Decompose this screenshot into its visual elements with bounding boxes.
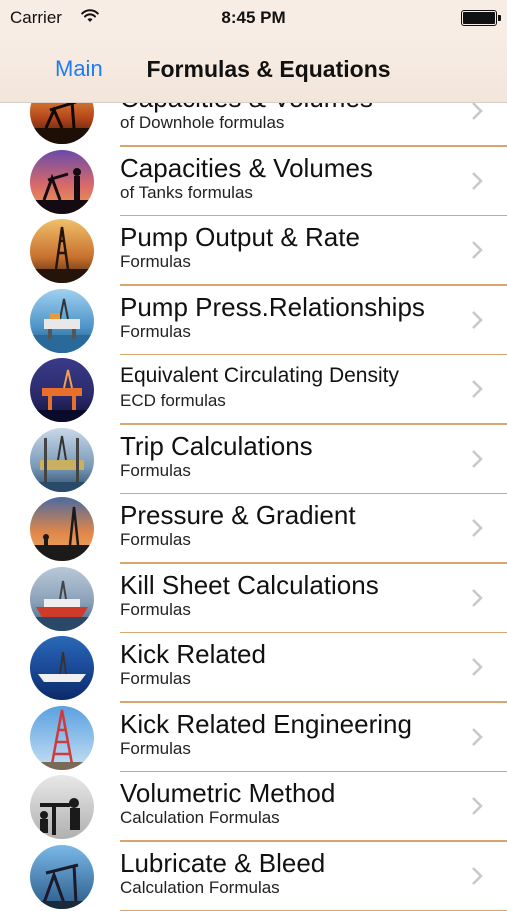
list-item-subtitle: Formulas <box>120 252 447 272</box>
list-item-texts: Pump Press.Relationships Formulas <box>120 292 447 342</box>
chevron-right-icon <box>471 727 483 747</box>
list-item-subtitle: Formulas <box>120 669 447 689</box>
list-item-subtitle: Formulas <box>120 530 447 550</box>
list-item-texts: Pump Output & Rate Formulas <box>120 222 447 272</box>
formula-list: Capacities & Volumes of Downhole formula… <box>0 77 507 911</box>
navigation-bar: Main Formulas & Equations <box>0 36 507 103</box>
list-item-title: Trip Calculations <box>120 431 447 461</box>
list-item-texts: Lubricate & Bleed Calculation Formulas <box>120 848 447 898</box>
pumpjack-blue-photo <box>30 845 94 909</box>
list-item[interactable]: Pump Press.Relationships Formulas <box>0 286 507 356</box>
status-bar: Carrier 8:45 PM <box>0 0 507 36</box>
derrick-blue-sky-photo <box>30 706 94 770</box>
list-item[interactable]: Pump Output & Rate Formulas <box>0 216 507 286</box>
workers-silhouette-photo <box>30 775 94 839</box>
drillship-photo <box>30 567 94 631</box>
list-item-subtitle: ECD formulas <box>120 391 447 411</box>
chevron-right-icon <box>471 449 483 469</box>
drillship-sea-photo <box>30 636 94 700</box>
chevron-right-icon <box>471 101 483 121</box>
list-item-subtitle: Calculation Formulas <box>120 808 447 828</box>
list-item-title: Pressure & Gradient <box>120 500 447 530</box>
list-item-texts: Pressure & Gradient Formulas <box>120 500 447 550</box>
list-item-subtitle: Calculation Formulas <box>120 878 447 898</box>
list-item[interactable]: Kick Related Engineering Formulas <box>0 703 507 773</box>
list-item[interactable]: Trip Calculations Formulas <box>0 425 507 495</box>
jackup-rig-photo <box>30 428 94 492</box>
platform-night-photo <box>30 358 94 422</box>
list-item[interactable]: Kill Sheet Calculations Formulas <box>0 564 507 634</box>
page-title: Formulas & Equations <box>0 56 507 83</box>
list-item-subtitle: Formulas <box>120 739 447 759</box>
list-item-texts: Kick Related Engineering Formulas <box>120 709 447 759</box>
chevron-right-icon <box>471 310 483 330</box>
pumpjack-worker-photo <box>30 150 94 214</box>
list-item-subtitle: of Downhole formulas <box>120 113 447 133</box>
list-item-texts: Kick Related Formulas <box>120 639 447 689</box>
list-item-title: Capacities & Volumes <box>120 153 447 183</box>
list-item[interactable]: Kick Related Formulas <box>0 633 507 703</box>
list-item-texts: Volumetric Method Calculation Formulas <box>120 778 447 828</box>
list-item-title: Pump Press.Relationships <box>120 292 447 322</box>
list-item-title: Volumetric Method <box>120 778 447 808</box>
list-item-subtitle: of Tanks formulas <box>120 183 447 203</box>
rig-silhouette-photo <box>30 497 94 561</box>
list-item-subtitle: Formulas <box>120 322 447 342</box>
list-item-texts: Kill Sheet Calculations Formulas <box>120 570 447 620</box>
list-item-subtitle: Formulas <box>120 461 447 481</box>
chevron-right-icon <box>471 588 483 608</box>
chevron-right-icon <box>471 171 483 191</box>
chevron-right-icon <box>471 657 483 677</box>
list-item-title: Kick Related Engineering <box>120 709 447 739</box>
chevron-right-icon <box>471 518 483 538</box>
list-item-title: Kick Related <box>120 639 447 669</box>
battery-icon <box>461 10 497 26</box>
list-item-texts: Trip Calculations Formulas <box>120 431 447 481</box>
list-item-title: Equivalent Circulating Density <box>120 361 447 391</box>
list-item-texts: Equivalent Circulating Density ECD formu… <box>120 361 447 411</box>
list-item[interactable]: Equivalent Circulating Density ECD formu… <box>0 355 507 425</box>
chevron-right-icon <box>471 379 483 399</box>
list-item[interactable]: Volumetric Method Calculation Formulas <box>0 772 507 842</box>
chevron-right-icon <box>471 866 483 886</box>
drilling-rig-dusk-photo <box>30 219 94 283</box>
chevron-right-icon <box>471 796 483 816</box>
list-item[interactable]: Pressure & Gradient Formulas <box>0 494 507 564</box>
list-item-subtitle: Formulas <box>120 600 447 620</box>
list-item[interactable]: Lubricate & Bleed Calculation Formulas <box>0 842 507 911</box>
list-item-title: Lubricate & Bleed <box>120 848 447 878</box>
list-item-title: Kill Sheet Calculations <box>120 570 447 600</box>
list-item[interactable]: Capacities & Volumes of Tanks formulas <box>0 147 507 217</box>
clock: 8:45 PM <box>0 8 507 28</box>
list-item-title: Pump Output & Rate <box>120 222 447 252</box>
chevron-right-icon <box>471 240 483 260</box>
offshore-platform-photo <box>30 289 94 353</box>
list-item-texts: Capacities & Volumes of Tanks formulas <box>120 153 447 203</box>
